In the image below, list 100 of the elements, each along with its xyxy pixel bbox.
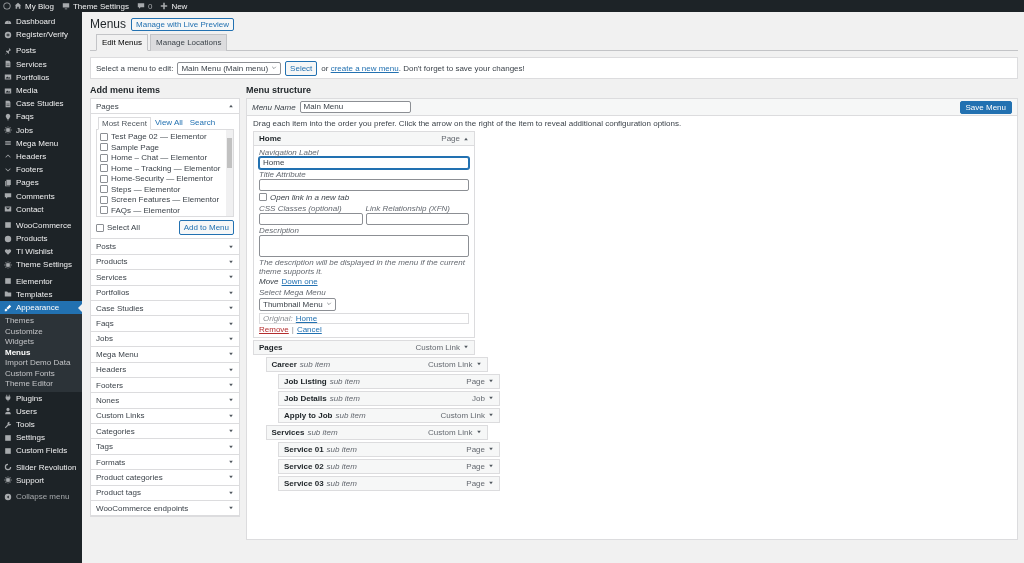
logo-icon[interactable]: [3, 2, 11, 10]
sidebar-item[interactable]: Comments: [0, 189, 82, 203]
sidebar-item[interactable]: Pages: [0, 176, 82, 190]
accordion-header[interactable]: Mega Menu: [91, 347, 239, 363]
accordion-header[interactable]: Headers: [91, 362, 239, 378]
caret-down-icon[interactable]: [488, 480, 494, 486]
caret-down-icon[interactable]: [488, 412, 494, 418]
sidebar-item[interactable]: Portfolios: [0, 70, 82, 84]
sidebar-item[interactable]: Media: [0, 83, 82, 98]
tab[interactable]: View All: [151, 117, 186, 130]
sidebar-item[interactable]: Plugins: [0, 391, 82, 405]
submenu-item[interactable]: Customize: [0, 326, 82, 338]
sidebar-item[interactable]: Theme Settings: [0, 258, 82, 272]
save-menu-button[interactable]: Save Menu: [959, 100, 1012, 114]
checkbox[interactable]: [259, 193, 267, 202]
sidebar-item[interactable]: Templates: [0, 287, 82, 301]
tab[interactable]: Most Recent: [98, 117, 151, 131]
menu-item[interactable]: Service 02 sub item Page: [278, 458, 500, 474]
accordion-header[interactable]: Tags: [91, 439, 239, 455]
checkbox[interactable]: [100, 195, 108, 204]
menu-item[interactable]: [253, 131, 475, 338]
checkbox[interactable]: [100, 143, 108, 152]
sidebar-item[interactable]: Settings: [0, 431, 82, 445]
checkbox[interactable]: [100, 206, 108, 215]
checkbox[interactable]: [100, 132, 108, 141]
submenu-item[interactable]: Themes: [0, 316, 82, 327]
select-button[interactable]: Select: [285, 60, 318, 76]
sidebar-item[interactable]: Services: [0, 57, 82, 71]
menu-name-field[interactable]: Main Menu: [299, 101, 411, 113]
caret-down-icon[interactable]: [488, 395, 494, 401]
sidebar-item[interactable]: Register/Verify: [0, 28, 82, 42]
accordion-header[interactable]: Nones: [91, 393, 239, 409]
sidebar-item[interactable]: Footers: [0, 163, 82, 177]
site-link[interactable]: My Blog: [25, 1, 54, 11]
accordion-header[interactable]: Product categories: [91, 470, 239, 486]
sidebar-item[interactable]: Tools: [0, 418, 82, 432]
menu-dropdown[interactable]: Main Menu (Main menu): [177, 61, 282, 75]
caret-up-icon[interactable]: [463, 135, 469, 142]
menu-item[interactable]: Pages Custom Link: [253, 339, 475, 355]
sidebar-item[interactable]: Contact: [0, 202, 82, 216]
sidebar-item[interactable]: Mega Menu: [0, 136, 82, 150]
add-to-menu-button[interactable]: Add to Menu: [178, 220, 234, 236]
create-menu-link[interactable]: create a new menu: [330, 63, 399, 73]
menu-item[interactable]: Services sub item Custom Link: [265, 424, 488, 440]
submenu-item[interactable]: Import Demo Data: [0, 358, 82, 369]
checkbox[interactable]: [100, 174, 108, 183]
navigation-label-field[interactable]: Home: [259, 157, 469, 169]
accordion-header[interactable]: Posts: [91, 239, 239, 255]
sidebar-item[interactable]: WooCommerce: [0, 218, 82, 232]
sidebar-item[interactable]: Case Studies: [0, 97, 82, 111]
caret-down-icon[interactable]: [488, 463, 494, 469]
mega-menu-dropdown[interactable]: Thumbnail Menu: [259, 297, 336, 311]
menu-item[interactable]: Career sub item Custom Link: [265, 356, 488, 372]
checkbox[interactable]: [96, 223, 104, 232]
sidebar-item[interactable]: Users: [0, 404, 82, 418]
caret-down-icon[interactable]: [475, 429, 482, 435]
scrollbar[interactable]: [226, 130, 233, 217]
accordion-header[interactable]: Footers: [91, 377, 239, 394]
caret-down-icon[interactable]: [475, 361, 482, 367]
sidebar-item[interactable]: Posts: [0, 44, 82, 58]
link-relationship-field[interactable]: [365, 212, 469, 225]
accordion-header[interactable]: Categories: [91, 424, 239, 440]
caret-down-icon[interactable]: [488, 446, 494, 452]
sidebar-item[interactable]: Products: [0, 232, 82, 246]
accordion-header[interactable]: Faqs: [91, 316, 239, 332]
accordion-header[interactable]: Case Studies: [91, 300, 239, 317]
collapse-menu-button[interactable]: Collapse menu: [0, 489, 82, 504]
accordion-header[interactable]: Formats: [91, 454, 239, 471]
submenu-item[interactable]: Menus: [0, 347, 82, 359]
accordion-header[interactable]: Jobs: [91, 331, 239, 348]
cancel-link[interactable]: Cancel: [296, 324, 322, 335]
sidebar-item[interactable]: TI Wishlist: [0, 245, 82, 259]
theme-settings-link[interactable]: Theme Settings: [72, 1, 129, 11]
accordion-header[interactable]: Product tags: [91, 485, 239, 502]
sidebar-item[interactable]: Jobs: [0, 123, 82, 137]
new-link[interactable]: New: [171, 1, 188, 11]
move-down-link[interactable]: Down one: [281, 276, 318, 287]
menu-item[interactable]: Service 03 sub item Page: [278, 475, 500, 491]
original-link[interactable]: Home: [295, 313, 318, 323]
submenu-item[interactable]: Custom Fonts: [0, 368, 82, 380]
submenu-item[interactable]: Theme Editor: [0, 379, 82, 390]
menu-item[interactable]: Job Details sub item Job: [278, 390, 500, 406]
accordion-header[interactable]: Pages: [91, 99, 239, 115]
checkbox[interactable]: [100, 185, 108, 194]
sidebar-item[interactable]: Slider Revolution: [0, 460, 82, 474]
sidebar-item[interactable]: Support: [0, 473, 82, 487]
accordion-header[interactable]: Services: [91, 270, 239, 286]
checkbox[interactable]: [100, 153, 108, 162]
live-preview-button[interactable]: Manage with Live Preview: [131, 17, 234, 31]
sidebar-item[interactable]: Elementor: [0, 274, 82, 288]
description-field[interactable]: [259, 234, 469, 257]
sidebar-item[interactable]: Appearance: [0, 300, 82, 315]
css-classes-field[interactable]: [259, 212, 363, 225]
title-attribute-field[interactable]: [259, 179, 469, 191]
sidebar-item[interactable]: Custom Fields: [0, 444, 82, 458]
caret-down-icon[interactable]: [463, 344, 469, 350]
checkbox[interactable]: [100, 164, 108, 173]
remove-link[interactable]: Remove: [259, 324, 289, 335]
accordion-header[interactable]: WooCommerce endpoints: [91, 501, 239, 517]
tab[interactable]: Edit Menus: [96, 34, 149, 51]
